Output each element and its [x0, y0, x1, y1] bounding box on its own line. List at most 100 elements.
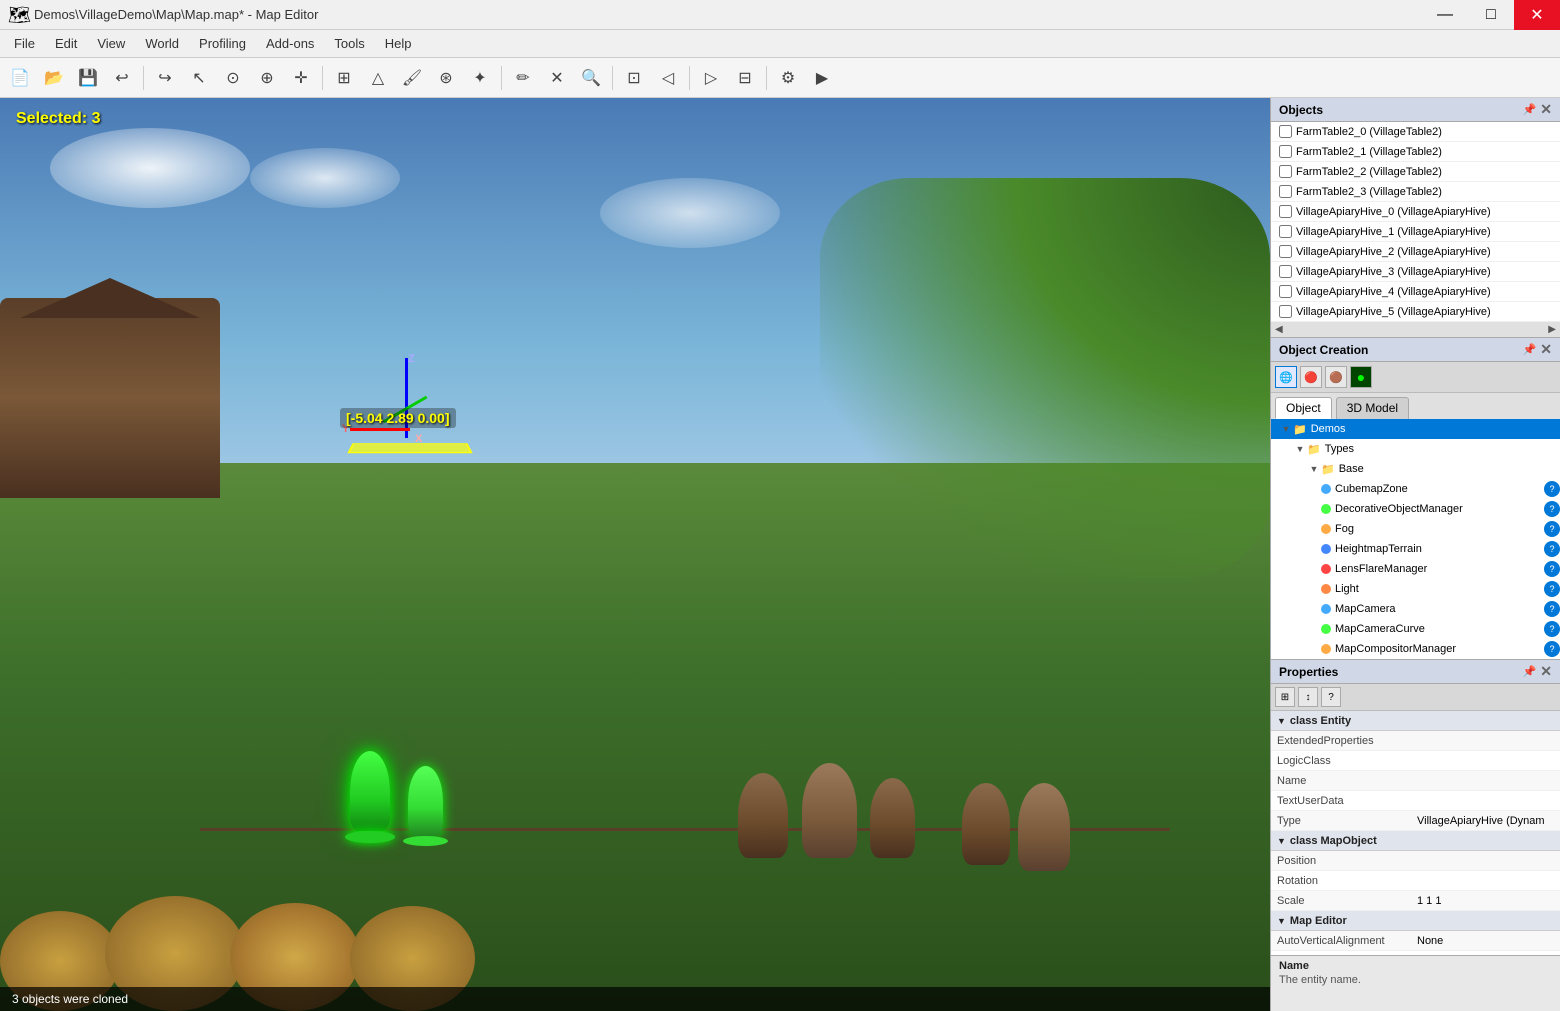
menu-item-help[interactable]: Help	[375, 32, 422, 55]
tree-item-light[interactable]: Light?	[1271, 579, 1560, 599]
nav2-button[interactable]: ▷	[695, 62, 727, 94]
help-icon[interactable]: ?	[1544, 601, 1560, 617]
object-checkbox[interactable]	[1279, 265, 1292, 278]
select-button[interactable]: ↖	[183, 62, 215, 94]
close-button[interactable]: ✕	[1514, 0, 1560, 30]
viewport[interactable]: Y X Z Selected: 3	[0, 98, 1270, 1011]
search-button[interactable]: 🔍	[575, 62, 607, 94]
props-filter-button[interactable]: ↕	[1298, 687, 1318, 707]
menu-item-file[interactable]: File	[4, 32, 45, 55]
help-icon[interactable]: ?	[1544, 641, 1560, 657]
tab-3dmodel[interactable]: 3D Model	[1336, 397, 1409, 419]
terrain-button[interactable]: △	[362, 62, 394, 94]
property-value[interactable]: None	[1417, 935, 1554, 947]
delete-button[interactable]: ✕	[541, 62, 573, 94]
props-help-button[interactable]: ?	[1321, 687, 1341, 707]
menu-item-tools[interactable]: Tools	[324, 32, 374, 55]
props-sort-button[interactable]: ⊞	[1275, 687, 1295, 707]
settings-button[interactable]: ⚙	[772, 62, 804, 94]
tree-item-demos[interactable]: ▼📁Demos	[1271, 419, 1560, 439]
brush-button[interactable]: ✏	[507, 62, 539, 94]
creation-tree[interactable]: ▼📁Demos▼📁Types▼📁BaseCubemapZone?Decorati…	[1271, 419, 1560, 659]
paint-button[interactable]: 🖌	[396, 62, 428, 94]
property-value[interactable]: VillageApiaryHive (Dynam	[1417, 815, 1554, 827]
prop-section-header[interactable]: class Entity	[1271, 711, 1560, 731]
new-button[interactable]: 📄	[4, 62, 36, 94]
menu-item-profiling[interactable]: Profiling	[189, 32, 256, 55]
tab-object[interactable]: Object	[1275, 397, 1332, 419]
tree-item-lensflaremanager[interactable]: LensFlareManager?	[1271, 559, 1560, 579]
tree-item-mapcompositormanager[interactable]: MapCompositorManager?	[1271, 639, 1560, 659]
tree-item-cubemapzone[interactable]: CubemapZone?	[1271, 479, 1560, 499]
object-list-item[interactable]: VillageApiaryHive_5 (VillageApiaryHive)	[1271, 302, 1560, 322]
tree-item-base[interactable]: ▼📁Base	[1271, 459, 1560, 479]
object-list-item[interactable]: FarmTable2_2 (VillageTable2)	[1271, 162, 1560, 182]
object-list-item[interactable]: VillageApiaryHive_3 (VillageApiaryHive)	[1271, 262, 1560, 282]
tree-item-decorativeobjectmanager[interactable]: DecorativeObjectManager?	[1271, 499, 1560, 519]
tree-item-mapcamera[interactable]: MapCamera?	[1271, 599, 1560, 619]
scroll-left-button[interactable]: ◀	[1275, 324, 1283, 335]
tree-item-fog[interactable]: Fog?	[1271, 519, 1560, 539]
object-checkbox[interactable]	[1279, 145, 1292, 158]
object-checkbox[interactable]	[1279, 245, 1292, 258]
move-button[interactable]: ✛	[285, 62, 317, 94]
properties-close-button[interactable]: ✕	[1540, 663, 1552, 680]
redo-button[interactable]: ↪	[149, 62, 181, 94]
properties-content[interactable]: class EntityExtendedPropertiesLogicClass…	[1271, 711, 1560, 955]
help-icon[interactable]: ?	[1544, 621, 1560, 637]
object-list-item[interactable]: VillageApiaryHive_2 (VillageApiaryHive)	[1271, 242, 1560, 262]
grid-button[interactable]: ⊟	[729, 62, 761, 94]
objects-close-button[interactable]: ✕	[1540, 101, 1552, 118]
screenshot-button[interactable]: ⊡	[618, 62, 650, 94]
object-checkbox[interactable]	[1279, 125, 1292, 138]
vegetation-button[interactable]: ⊛	[430, 62, 462, 94]
help-icon[interactable]: ?	[1544, 521, 1560, 537]
scroll-right-button[interactable]: ▶	[1548, 324, 1556, 335]
object-list-item[interactable]: FarmTable2_0 (VillageTable2)	[1271, 122, 1560, 142]
help-icon[interactable]: ?	[1544, 581, 1560, 597]
object-list-item[interactable]: VillageApiaryHive_0 (VillageApiaryHive)	[1271, 202, 1560, 222]
prop-section-header[interactable]: Map Editor	[1271, 911, 1560, 931]
maximize-button[interactable]: □	[1468, 0, 1514, 30]
tree-item-mapcameracurve[interactable]: MapCameraCurve?	[1271, 619, 1560, 639]
menu-item-add-ons[interactable]: Add-ons	[256, 32, 324, 55]
pin-button[interactable]: 📌	[1523, 103, 1537, 116]
object-list[interactable]: FarmTable2_0 (VillageTable2)FarmTable2_1…	[1271, 122, 1560, 322]
help-icon[interactable]: ?	[1544, 481, 1560, 497]
help-icon[interactable]: ?	[1544, 541, 1560, 557]
help-icon[interactable]: ?	[1544, 561, 1560, 577]
scale-tool-button[interactable]: ⊞	[328, 62, 360, 94]
help-icon[interactable]: ?	[1544, 501, 1560, 517]
menu-item-world[interactable]: World	[135, 32, 189, 55]
object-list-item[interactable]: VillageApiaryHive_4 (VillageApiaryHive)	[1271, 282, 1560, 302]
creation-icon-2[interactable]: 🔴	[1300, 366, 1322, 388]
object-checkbox[interactable]	[1279, 185, 1292, 198]
object-checkbox[interactable]	[1279, 205, 1292, 218]
creation-icon-3[interactable]: 🟤	[1325, 366, 1347, 388]
creation-icon-1[interactable]: 🌐	[1275, 366, 1297, 388]
property-value[interactable]: 1 1 1	[1417, 895, 1554, 907]
tree-item-types[interactable]: ▼📁Types	[1271, 439, 1560, 459]
creation-pin-button[interactable]: 📌	[1523, 343, 1537, 356]
object-checkbox[interactable]	[1279, 225, 1292, 238]
tree-item-heightmapterrain[interactable]: HeightmapTerrain?	[1271, 539, 1560, 559]
minimize-button[interactable]: —	[1422, 0, 1468, 30]
menu-item-edit[interactable]: Edit	[45, 32, 87, 55]
object-list-item[interactable]: FarmTable2_3 (VillageTable2)	[1271, 182, 1560, 202]
nav1-button[interactable]: ◁	[652, 62, 684, 94]
rotate-view-button[interactable]: ⊙	[217, 62, 249, 94]
object-list-item[interactable]: VillageApiaryHive_1 (VillageApiaryHive)	[1271, 222, 1560, 242]
object-checkbox[interactable]	[1279, 285, 1292, 298]
compass-button[interactable]: ⊕	[251, 62, 283, 94]
prop-section-header[interactable]: class MapObject	[1271, 831, 1560, 851]
save-button[interactable]: 💾	[72, 62, 104, 94]
creation-icon-4[interactable]: ●	[1350, 366, 1372, 388]
undo-button[interactable]: ↩	[106, 62, 138, 94]
object-checkbox[interactable]	[1279, 305, 1292, 318]
creation-close-button[interactable]: ✕	[1540, 341, 1552, 358]
object-checkbox[interactable]	[1279, 165, 1292, 178]
place-button[interactable]: ✦	[464, 62, 496, 94]
object-list-item[interactable]: FarmTable2_1 (VillageTable2)	[1271, 142, 1560, 162]
properties-pin-button[interactable]: 📌	[1523, 665, 1537, 678]
play-button[interactable]: ▶	[806, 62, 838, 94]
